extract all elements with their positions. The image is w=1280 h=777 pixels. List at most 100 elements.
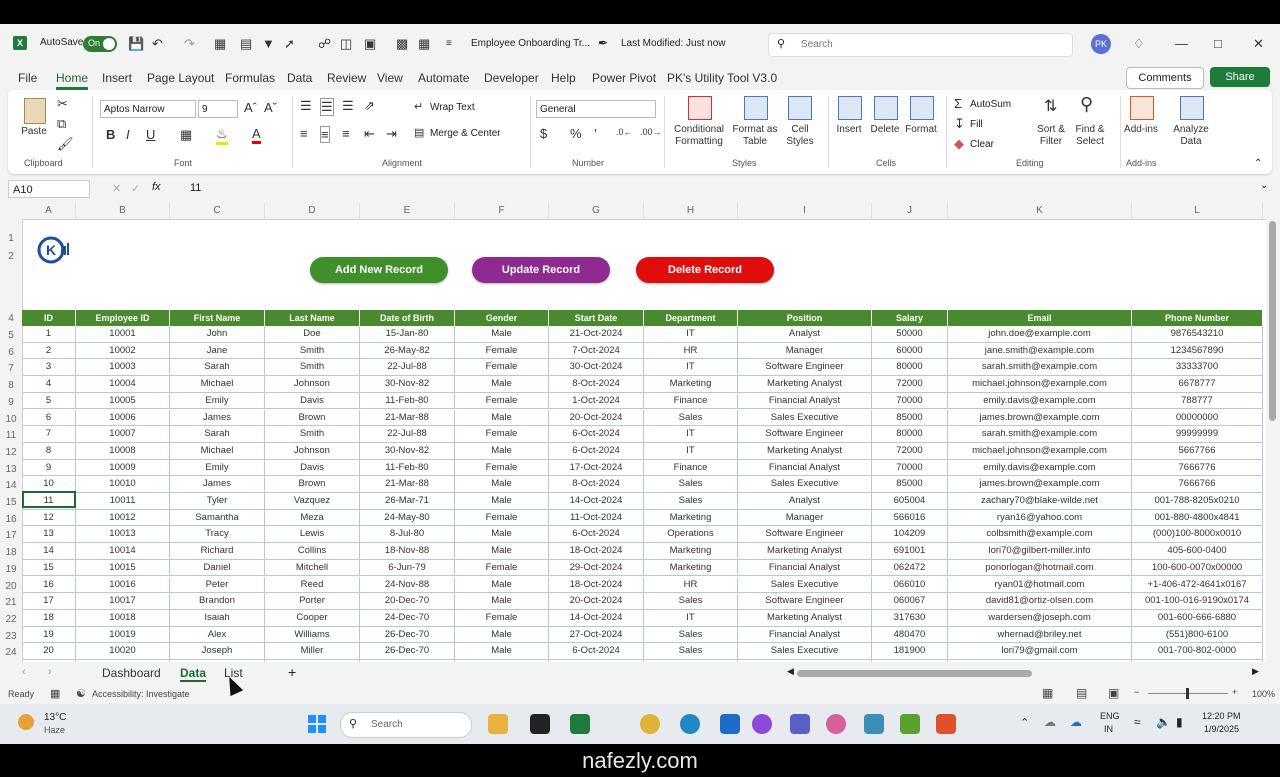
table-cell[interactable]: 85000 <box>872 409 948 427</box>
format-painter-icon[interactable]: 🖌 <box>57 136 74 152</box>
paste-button[interactable]: Paste <box>20 126 48 138</box>
table-cell[interactable]: Brown <box>265 476 360 493</box>
copy-icon[interactable]: ⧉ <box>57 116 66 132</box>
font-color-icon[interactable]: A <box>252 126 261 144</box>
table-cell[interactable]: Marketing <box>644 376 738 393</box>
table-cell[interactable]: 10001 <box>76 326 170 343</box>
table-cell[interactable]: Michael <box>170 376 265 393</box>
table-cell[interactable]: Manager <box>738 509 872 527</box>
table-cell[interactable]: James <box>170 409 265 427</box>
table-cell[interactable]: 70000 <box>872 459 948 477</box>
bold-icon[interactable]: B <box>106 127 115 142</box>
table-cell[interactable]: 6-Oct-2024 <box>549 442 644 460</box>
table-cell[interactable]: Male <box>455 526 549 544</box>
table-cell[interactable]: ponorlogan@hotmail.com <box>948 559 1132 577</box>
font-size-select[interactable]: 9 <box>198 100 238 118</box>
table-cell[interactable]: 9876543210 <box>1132 326 1263 343</box>
align-right-icon[interactable]: ≡ <box>342 126 350 141</box>
table-cell[interactable]: 10017 <box>76 593 170 610</box>
table-cell[interactable]: 80000 <box>872 359 948 377</box>
zoom-in-icon[interactable]: + <box>1232 687 1237 697</box>
table-cell[interactable]: 7666766 <box>1132 476 1263 493</box>
table-cell[interactable]: Miller <box>265 643 360 660</box>
columns-icon[interactable]: ◫ <box>340 35 352 53</box>
comma-icon[interactable]: ’ <box>594 126 597 141</box>
table-cell[interactable]: 8-Oct-2024 <box>549 376 644 393</box>
table-cell[interactable]: Doe <box>265 326 360 343</box>
table-cell[interactable]: lori70@gilbert-miller.info <box>948 543 1132 560</box>
table-cell[interactable]: 104209 <box>872 526 948 544</box>
table-cell[interactable]: Male <box>455 442 549 460</box>
table-header-cell[interactable]: ID <box>22 310 76 326</box>
table-cell[interactable]: 566016 <box>872 509 948 527</box>
table-header-cell[interactable]: Start Date <box>549 310 644 326</box>
app-icon[interactable] <box>864 714 884 734</box>
scrollbar-thumb[interactable] <box>1269 221 1276 421</box>
grid-icon[interactable]: ▦ <box>418 35 430 53</box>
table-cell[interactable]: 7 <box>22 426 76 443</box>
table-cell[interactable]: 20-Dec-70 <box>360 593 455 610</box>
tab-file[interactable]: File <box>18 71 37 85</box>
format-as-table-button[interactable]: Format as Table <box>730 124 780 148</box>
table-cell[interactable]: Sales Executive <box>738 409 872 427</box>
tab-view[interactable]: View <box>377 71 403 85</box>
link-icon[interactable]: ☍ <box>318 35 331 53</box>
teams-icon[interactable] <box>790 714 810 734</box>
table-cell[interactable]: IT <box>644 326 738 343</box>
table-cell[interactable]: 15 <box>22 559 76 577</box>
table-cell[interactable]: 605004 <box>872 493 948 510</box>
table-cell[interactable]: 480470 <box>872 626 948 644</box>
row-header[interactable]: 4 <box>0 313 22 324</box>
maximize-icon[interactable]: □ <box>1214 35 1222 53</box>
prev-sheet-icon[interactable]: ‹ <box>22 666 26 678</box>
merge-center-button[interactable]: Merge & Center <box>430 128 501 139</box>
table-cell[interactable]: Sales <box>644 593 738 610</box>
table-cell[interactable]: IT <box>644 426 738 443</box>
table-cell[interactable]: Manager <box>738 342 872 360</box>
table-cell[interactable]: HR <box>644 576 738 594</box>
table-cell[interactable]: 99999999 <box>1132 426 1263 443</box>
terminal-icon[interactable] <box>530 714 550 734</box>
table-cell[interactable]: 10010 <box>76 476 170 493</box>
column-header[interactable]: A <box>22 203 76 219</box>
row-header[interactable]: 14 <box>0 480 22 491</box>
table-cell[interactable]: michael.johnson@example.com <box>948 376 1132 393</box>
table-cell[interactable]: 30-Nov-82 <box>360 442 455 460</box>
row-header[interactable]: 13 <box>0 464 22 475</box>
table-cell[interactable]: 10015 <box>76 559 170 577</box>
row-header[interactable]: 9 <box>0 397 22 408</box>
comments-button[interactable]: Comments <box>1126 67 1204 89</box>
windows-start-icon[interactable] <box>308 715 326 733</box>
table-cell[interactable]: 12 <box>22 509 76 527</box>
cell-styles-button[interactable]: Cell Styles <box>780 124 820 148</box>
clock-date[interactable]: 1/9/2025 <box>1204 724 1239 734</box>
table-cell[interactable]: IT <box>644 359 738 377</box>
tab-automate[interactable]: Automate <box>418 71 469 85</box>
table-cell[interactable]: Sales Executive <box>738 476 872 493</box>
table-cell[interactable]: 7666776 <box>1132 459 1263 477</box>
decrease-font-icon[interactable]: Aˇ <box>264 100 277 115</box>
table-cell[interactable]: 6-Jun-79 <box>360 559 455 577</box>
table-cell[interactable]: 062472 <box>872 559 948 577</box>
table-cell[interactable]: Male <box>455 376 549 393</box>
search-box[interactable]: ⚲ Search <box>768 33 1073 57</box>
table-cell[interactable]: 26-May-82 <box>360 342 455 360</box>
table-cell[interactable]: 14-Oct-2024 <box>549 493 644 510</box>
table-cell[interactable]: Male <box>455 643 549 660</box>
table-cell[interactable]: 26-Dec-70 <box>360 626 455 644</box>
table-cell[interactable]: Sales <box>644 409 738 427</box>
table-cell[interactable]: John <box>170 326 265 343</box>
row-header[interactable]: 6 <box>0 347 22 358</box>
table-cell[interactable]: 14-Oct-2024 <box>549 609 644 627</box>
next-sheet-icon[interactable]: › <box>48 666 52 678</box>
column-header[interactable]: J <box>872 203 948 219</box>
table-cell[interactable]: 1-Oct-2024 <box>549 392 644 410</box>
table-cell[interactable]: Sarah <box>170 359 265 377</box>
table-cell[interactable]: david81@ortiz-olsen.com <box>948 593 1132 610</box>
table-cell[interactable]: lori79@gmail.com <box>948 643 1132 660</box>
table-cell[interactable]: 9 <box>22 459 76 477</box>
table-cell[interactable]: 10018 <box>76 609 170 627</box>
indent-increase-icon[interactable]: ⇥ <box>386 126 397 142</box>
table-cell[interactable]: 6 <box>22 409 76 427</box>
share-icon[interactable]: ➚ <box>284 35 295 53</box>
